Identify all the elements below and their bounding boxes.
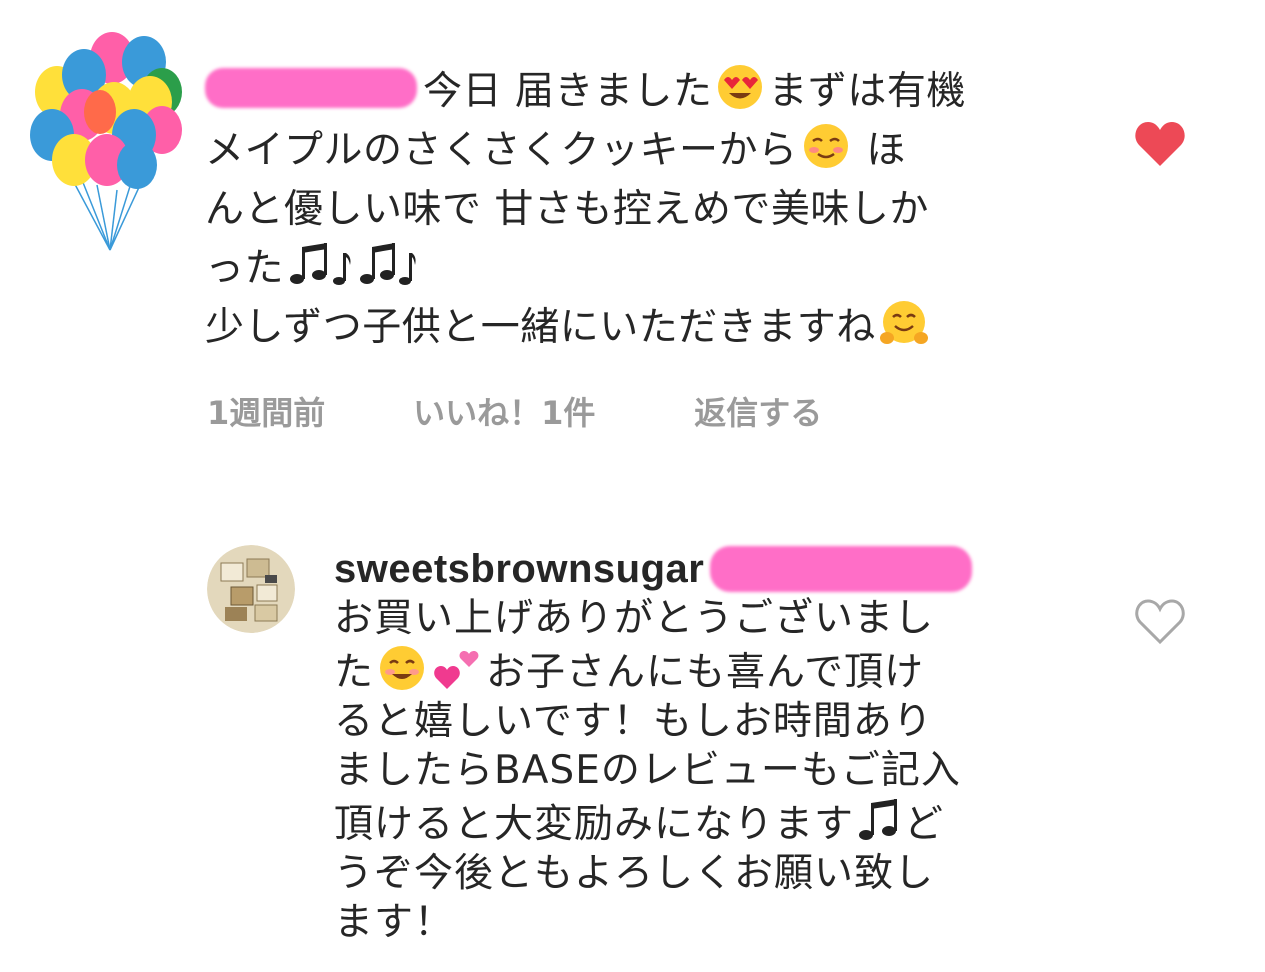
reply-line-5: 頂けると大変励みになります ど xyxy=(334,795,1094,849)
comment-text: 今日 届きました まずは有機 メイプルのさくさくクッキーから ほ んと優しい味で … xyxy=(205,62,1085,357)
reply-header: sweetsbrownsugar xyxy=(334,545,1094,594)
reply-line-6: うぞ今後ともよろしくお願い致し xyxy=(334,849,1094,898)
reply-line-1: お買い上げありがとうございまし xyxy=(334,594,1094,643)
comment-text-part: メイプルのさくさくクッキーから xyxy=(205,128,798,173)
heart-eyes-emoji-icon xyxy=(718,65,763,109)
reply-text-part: ます！ xyxy=(334,900,455,945)
reply-text-part: ると嬉しいです！もしお時間あり xyxy=(334,699,933,744)
reply-text-part: ど xyxy=(904,802,945,847)
comment-line-5: 少しずつ子供と一緒にいただきますね xyxy=(205,298,1085,357)
comment-timestamp: 1週間前 xyxy=(207,394,326,432)
reply-text-part: 頂けると大変励みになります xyxy=(334,802,855,847)
music-notes-icon xyxy=(290,243,416,285)
comment-text-part: 今日 届きました xyxy=(423,69,713,114)
comment-meta: 1週間前 いいね！1件 返信する xyxy=(207,388,822,434)
reply-text-part: ましたらBASEのレビューもご記入 xyxy=(334,748,961,793)
reply-text-part: お買い上げありがとうございまし xyxy=(334,596,935,641)
reply-line-3: ると嬉しいです！もしお時間あり xyxy=(334,697,1094,746)
reply-line-4: ましたらBASEのレビューもご記入 xyxy=(334,746,1094,795)
balloons-avatar-icon[interactable] xyxy=(22,30,192,260)
reply-text-part: うぞ今後ともよろしくお願い致し xyxy=(334,851,935,896)
music-note-icon xyxy=(859,799,898,840)
heart-outline-icon[interactable] xyxy=(1134,598,1186,646)
comment-line-2: メイプルのさくさくクッキーから ほ xyxy=(205,121,1085,180)
smiling-blush-emoji-icon xyxy=(803,124,848,168)
reply-text-part: た xyxy=(334,650,375,695)
comment-line-4: った xyxy=(205,239,1085,298)
redacted-mention[interactable] xyxy=(710,546,973,592)
hugging-emoji-icon xyxy=(879,301,928,344)
heart-icon[interactable] xyxy=(1134,120,1186,168)
reply-text-part: お子さんにも喜んで頂け xyxy=(486,650,925,695)
reply-button[interactable]: 返信する xyxy=(694,388,822,434)
comment-text-part: まずは有機 xyxy=(768,69,966,114)
reply-line-2: た お子さんにも喜んで頂け xyxy=(334,643,1094,697)
comment-line-3: んと優しい味で 甘さも控えめで美味しか xyxy=(205,180,1085,239)
reply-username[interactable]: sweetsbrownsugar xyxy=(334,547,704,591)
redacted-username[interactable] xyxy=(205,68,417,108)
comment-text-part: んと優しい味で 甘さも控えめで美味しか xyxy=(205,187,929,232)
comment-text-part: 少しずつ子供と一緒にいただきますね xyxy=(205,305,876,350)
smile-emoji-icon xyxy=(380,646,425,690)
two-hearts-emoji-icon xyxy=(434,651,479,689)
likes-count-link[interactable]: いいね！1件 xyxy=(413,388,683,434)
comment-text-part: ほ xyxy=(853,128,906,173)
reply-text: sweetsbrownsugar お買い上げありがとうございまし た お子さんにも… xyxy=(334,545,1094,947)
shop-avatar-icon[interactable] xyxy=(207,545,295,633)
comment-text-part: った xyxy=(205,246,285,291)
reply-line-7: ます！ xyxy=(334,898,1094,947)
comment-line-1: 今日 届きました まずは有機 xyxy=(205,62,1085,121)
